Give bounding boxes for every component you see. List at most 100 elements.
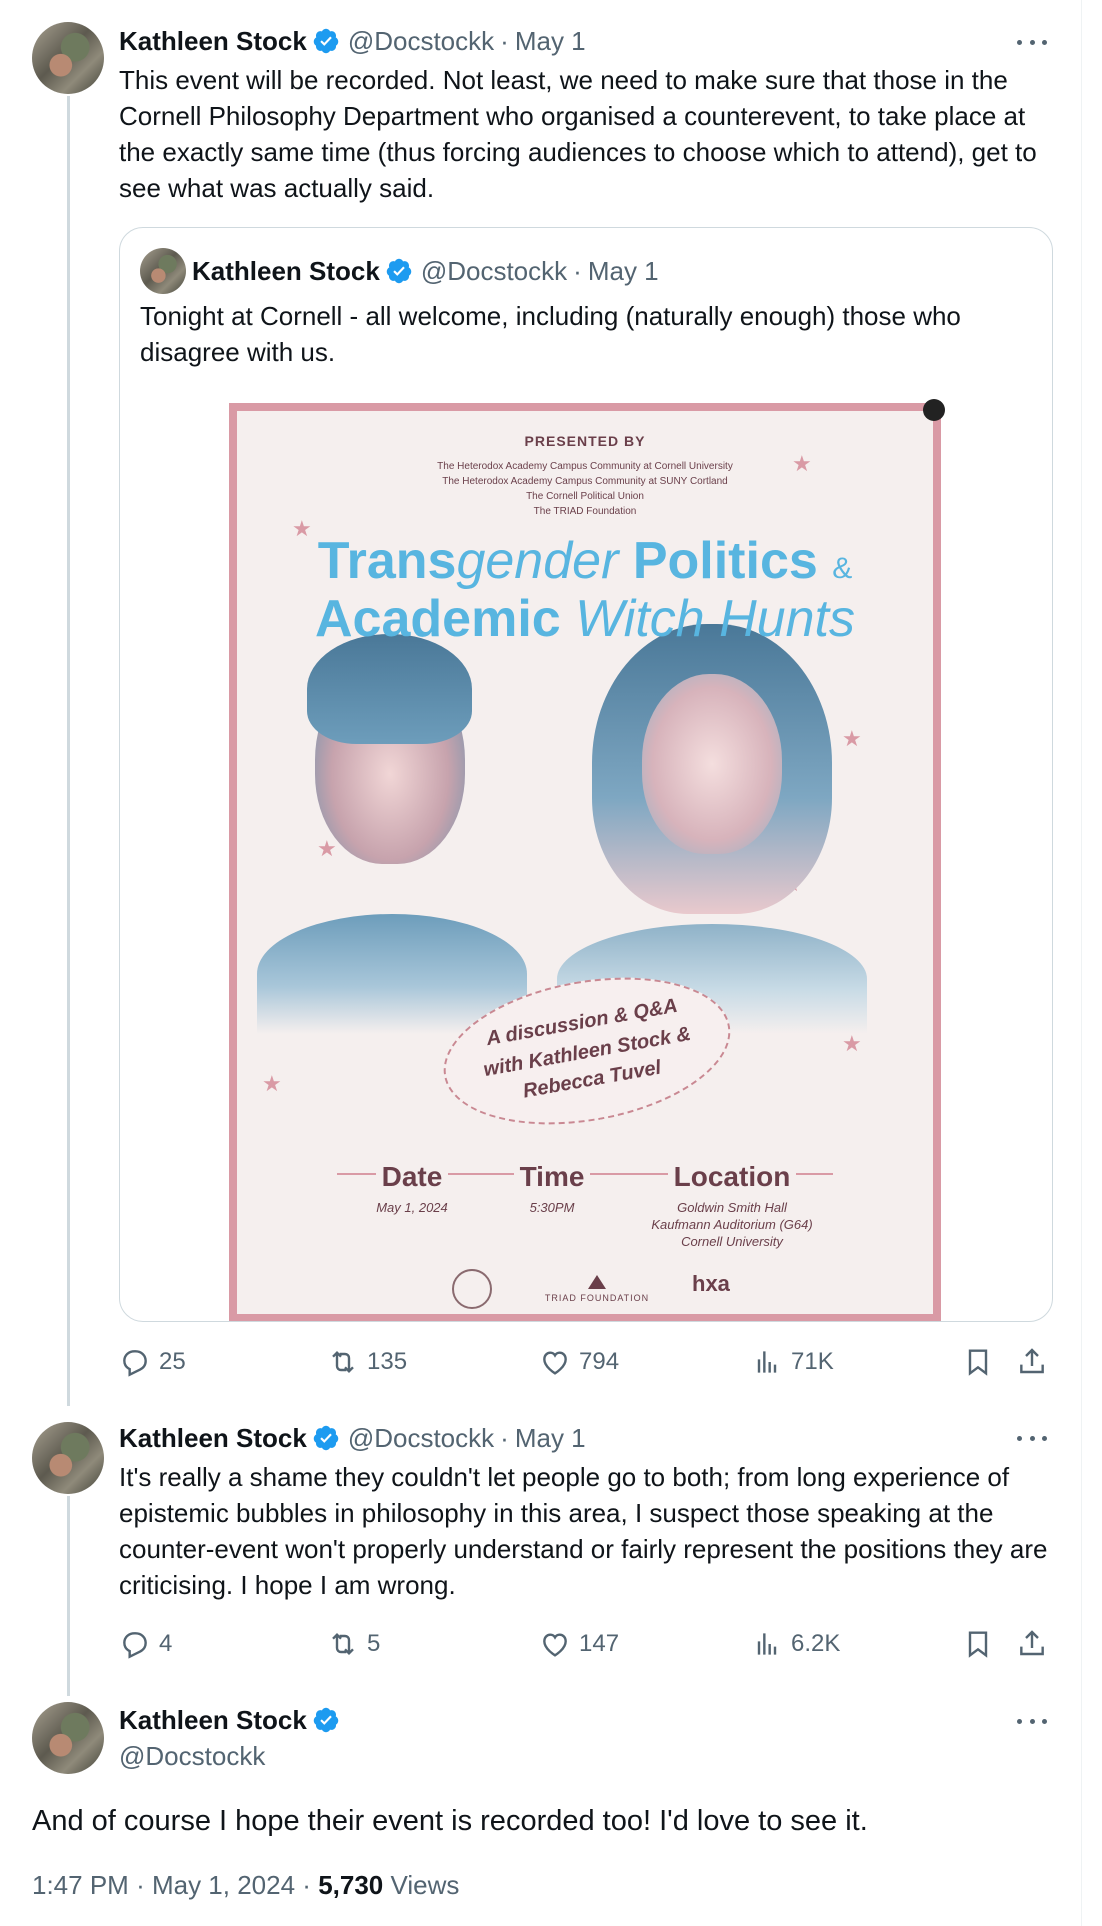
share-icon xyxy=(1020,1630,1044,1656)
bookmark-icon xyxy=(968,1349,988,1376)
tweet-text: And of course I hope their event is reco… xyxy=(32,1805,868,1837)
event-poster-image[interactable]: PRESENTED BY The Heterodox Academy Campu… xyxy=(229,399,945,1321)
quoted-tweet-header: Kathleen Stock @Docstockk · May 1 xyxy=(192,256,659,286)
poster-date: Date May 1, 2024 xyxy=(375,1161,449,1215)
poster-title-line-1: Transgender Politics & xyxy=(317,532,853,590)
quoted-tweet-text: Tonight at Cornell - all welcome, includ… xyxy=(140,301,961,367)
portrait-kathleen-stock xyxy=(257,594,527,1034)
quoted-tweet[interactable]: Kathleen Stock @Docstockk · May 1 Tonigh… xyxy=(119,227,1053,1322)
tweet-date[interactable]: May 1 xyxy=(515,26,586,56)
avatar[interactable] xyxy=(32,22,104,94)
poster-content: PRESENTED BY The Heterodox Academy Campu… xyxy=(237,411,933,1314)
tweet-header: Kathleen Stock @Docstockk · May 1 xyxy=(119,1423,586,1453)
tweet-time[interactable]: 1:47 PM xyxy=(32,1870,129,1900)
poster-logos: TRIAD FOUNDATION hxa xyxy=(237,1269,933,1309)
avatar[interactable] xyxy=(32,1702,104,1774)
repost-button[interactable]: 135 xyxy=(327,1342,407,1382)
repost-button[interactable]: 5 xyxy=(327,1624,380,1664)
views-button[interactable]: 6.2K xyxy=(751,1624,840,1664)
poster-organizers: The Heterodox Academy Campus Community a… xyxy=(237,459,933,519)
bookmark-button[interactable] xyxy=(962,1624,994,1664)
cornell-seal-logo xyxy=(452,1269,492,1309)
author-name[interactable]: Kathleen Stock xyxy=(119,1705,307,1735)
author-handle: @Docstockk xyxy=(420,256,568,286)
separator: · xyxy=(302,1870,311,1900)
poster-organizer: The Heterodox Academy Campus Community a… xyxy=(442,476,728,487)
views-label: Views xyxy=(390,1870,460,1900)
tweet-actions: 4 5 147 6.2K xyxy=(119,1624,1053,1664)
poster-organizer: The Heterodox Academy Campus Community a… xyxy=(437,461,733,472)
like-icon xyxy=(543,1633,567,1657)
poster-event-info: Date May 1, 2024 Time 5:30PM Location Go… xyxy=(337,1161,833,1249)
tweet-date: May 1 xyxy=(587,256,659,286)
more-icon[interactable] xyxy=(1017,37,1047,47)
author-handle[interactable]: @Docstockk xyxy=(348,1423,494,1453)
author-name[interactable]: Kathleen Stock xyxy=(119,1423,307,1453)
triad-foundation-logo: TRIAD FOUNDATION xyxy=(537,1275,657,1303)
like-count: 794 xyxy=(579,1348,620,1375)
separator: · xyxy=(500,26,509,56)
tweet-header: Kathleen Stock @Docstockk · May 1 xyxy=(119,26,586,56)
tweet-full-date[interactable]: May 1, 2024 xyxy=(152,1870,295,1900)
verified-icon xyxy=(313,1425,339,1451)
separator: · xyxy=(136,1870,145,1900)
author-name: Kathleen Stock xyxy=(192,256,380,286)
author-handle[interactable]: @Docstockk xyxy=(348,26,494,56)
like-button[interactable]: 147 xyxy=(539,1624,619,1664)
poster-organizer: The Cornell Political Union xyxy=(526,491,644,502)
reply-count: 25 xyxy=(159,1348,186,1375)
poster-location: Location Goldwin Smith Hall Kaufmann Aud… xyxy=(651,1161,813,1249)
share-icon xyxy=(1020,1348,1044,1374)
reply-count: 4 xyxy=(159,1630,173,1657)
views-icon xyxy=(757,1351,777,1373)
repost-count: 5 xyxy=(367,1630,381,1657)
reply-button[interactable]: 25 xyxy=(119,1342,186,1382)
share-button[interactable] xyxy=(1016,1624,1048,1664)
image-corner-icon xyxy=(923,399,945,421)
separator: · xyxy=(500,1423,509,1453)
reply-icon xyxy=(123,1632,147,1659)
avatar xyxy=(140,248,186,294)
star-decoration: ★ xyxy=(842,1031,862,1056)
more-icon[interactable] xyxy=(1017,1716,1047,1726)
avatar[interactable] xyxy=(32,1422,104,1494)
reply-button[interactable]: 4 xyxy=(119,1624,172,1664)
author-name[interactable]: Kathleen Stock xyxy=(119,26,307,56)
author-handle[interactable]: @Docstockk xyxy=(119,1741,265,1771)
views-count: 71K xyxy=(791,1348,834,1375)
poster-time: Time 5:30PM xyxy=(487,1161,617,1216)
share-button[interactable] xyxy=(1016,1342,1048,1382)
like-count: 147 xyxy=(579,1630,620,1657)
hxa-logo: hxa xyxy=(692,1271,730,1296)
more-icon[interactable] xyxy=(1017,1433,1047,1443)
tweet-text: It's really a shame they couldn't let pe… xyxy=(119,1462,1048,1600)
star-decoration: ★ xyxy=(792,451,812,476)
thread-line xyxy=(67,96,70,1406)
thread-line xyxy=(67,1496,70,1696)
portrait-rebecca-tuvel xyxy=(547,584,877,1034)
repost-count: 135 xyxy=(367,1348,408,1375)
view-count: 5,730 xyxy=(318,1870,384,1900)
poster-presented-by: PRESENTED BY xyxy=(524,433,646,449)
views-button[interactable]: 71K xyxy=(751,1342,834,1382)
tweet-meta: 1:47 PM · May 1, 2024 · 5,730 Views xyxy=(32,1870,459,1901)
views-icon xyxy=(757,1633,777,1655)
poster-title-line-2: Academic Witch Hunts xyxy=(315,590,855,648)
poster-organizer: The TRIAD Foundation xyxy=(533,506,637,517)
repost-icon xyxy=(332,1350,354,1374)
repost-icon xyxy=(332,1632,354,1656)
tweet-date[interactable]: May 1 xyxy=(515,1423,586,1453)
verified-icon xyxy=(313,1707,339,1733)
tweet-actions: 25 135 794 71K xyxy=(119,1342,1053,1382)
separator: · xyxy=(573,256,582,286)
reply-icon xyxy=(123,1350,147,1377)
bookmark-icon xyxy=(968,1631,988,1658)
tweet-text: This event will be recorded. Not least, … xyxy=(119,65,1037,203)
bookmark-button[interactable] xyxy=(962,1342,994,1382)
star-decoration: ★ xyxy=(262,1071,282,1096)
verified-icon xyxy=(313,28,339,54)
tweet-header: Kathleen Stock xyxy=(119,1705,348,1735)
author-handle-row: @Docstockk xyxy=(119,1741,265,1771)
like-button[interactable]: 794 xyxy=(539,1342,619,1382)
views-count: 6.2K xyxy=(791,1630,841,1657)
